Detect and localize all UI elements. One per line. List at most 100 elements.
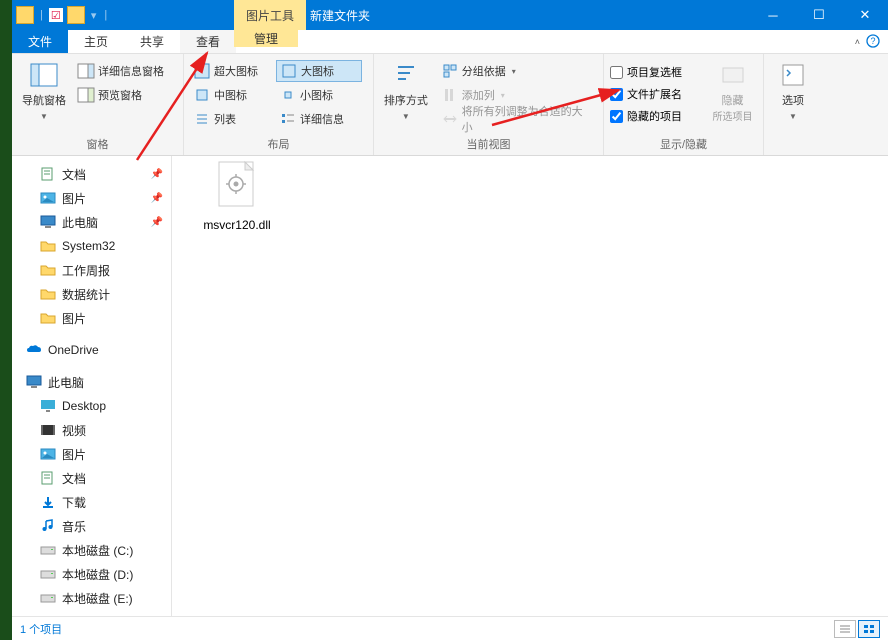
sidebar-item[interactable]: 图片 — [12, 306, 171, 330]
file-item[interactable]: msvcr120.dll — [192, 156, 282, 232]
large-icons-button[interactable]: 大图标 — [276, 60, 362, 82]
sidebar-item-label: 视频 — [62, 422, 86, 439]
disk-icon — [40, 590, 56, 606]
details-button[interactable]: 详细信息 — [276, 108, 362, 130]
details-view-button[interactable] — [834, 620, 856, 638]
close-button[interactable]: ✕ — [842, 0, 888, 30]
medium-icon — [194, 87, 210, 103]
icons-view-button[interactable] — [858, 620, 880, 638]
ribbon-group-currentview: 排序方式 ▼ 分组依据▾ 添加列▾ 将所有列调整为合适的大小 当前视图 — [374, 54, 604, 155]
sidebar-item-label: 图片 — [62, 190, 86, 207]
chevron-down-icon: ▼ — [40, 112, 48, 121]
hide-selected-button[interactable]: 隐藏 所选项目 — [708, 58, 757, 132]
sidebar-item[interactable]: 此电脑 📌 — [12, 210, 171, 234]
sortby-icon — [390, 62, 422, 88]
details-pane-button[interactable]: 详细信息窗格 — [74, 60, 168, 82]
details-icon — [280, 111, 296, 127]
tab-view[interactable]: 查看 — [180, 30, 236, 53]
item-checkboxes-input[interactable] — [610, 66, 623, 79]
large-icon — [281, 63, 297, 79]
sidebar-item[interactable]: 文档📌 — [12, 162, 171, 186]
extralarge-icons-button[interactable]: 超大图标 — [190, 60, 276, 82]
tab-share[interactable]: 共享 — [124, 30, 180, 53]
folder-icon — [40, 262, 56, 278]
separator: | — [40, 9, 43, 21]
sidebar-item[interactable]: 图片 — [12, 442, 171, 466]
ribbon-collapse-icon[interactable]: ˄ — [855, 37, 860, 47]
doc-icon — [40, 470, 56, 486]
medium-icons-button[interactable]: 中图标 — [190, 84, 276, 106]
sidebar-item[interactable]: 本地磁盘 (E:) — [12, 586, 171, 610]
sidebar-item[interactable]: 下载 — [12, 490, 171, 514]
sidebar-item[interactable]: 本地磁盘 (C:) — [12, 538, 171, 562]
sidebar-item-onedrive[interactable]: OneDrive — [12, 338, 171, 362]
folder-icon — [40, 310, 56, 326]
disk-icon — [40, 566, 56, 582]
file-list-pane[interactable]: msvcr120.dll — [172, 156, 888, 616]
qat-checkbox-icon[interactable]: ☑ — [49, 8, 63, 22]
list-button[interactable]: 列表 — [190, 108, 276, 130]
sidebar-item-label: Desktop — [62, 399, 106, 413]
hidden-items-input[interactable] — [610, 110, 623, 123]
context-tab-header: 图片工具 — [234, 0, 306, 30]
pin-icon: 📌 — [151, 193, 163, 204]
small-icons-button[interactable]: 小图标 — [276, 84, 362, 106]
video-icon — [40, 422, 56, 438]
quick-access-toolbar: | ☑ ▾ | — [12, 6, 109, 24]
groupby-button[interactable]: 分组依据▾ — [438, 60, 597, 82]
content-area: 文档📌图片📌此电脑📌System32工作周报数据统计图片 OneDrive 此电… — [12, 156, 888, 616]
maximize-button[interactable]: ☐ — [796, 0, 842, 30]
folder-icon — [40, 238, 56, 254]
sortby-button[interactable]: 排序方式 ▼ — [380, 58, 432, 132]
onedrive-icon — [26, 342, 42, 358]
sidebar-item[interactable]: 本地磁盘 (D:) — [12, 562, 171, 586]
ribbon-group-label: 窗格 — [12, 136, 183, 155]
preview-pane-icon — [78, 87, 94, 103]
sidebar-item[interactable]: System32 — [12, 234, 171, 258]
help-button[interactable]: ? — [866, 34, 880, 48]
sidebar-item[interactable]: 数据统计 — [12, 282, 171, 306]
sidebar-item-label: 此电脑 — [62, 214, 98, 231]
navigation-pane-icon — [28, 62, 60, 88]
disk-icon — [40, 542, 56, 558]
tab-file[interactable]: 文件 — [12, 30, 68, 53]
pic-icon — [40, 446, 56, 462]
file-extensions-checkbox[interactable]: 文件扩展名 — [610, 84, 708, 104]
sizeallcolumns-button[interactable]: 将所有列调整为合适的大小 — [438, 108, 597, 130]
hidden-items-checkbox[interactable]: 隐藏的项目 — [610, 106, 708, 126]
window-controls: ─ ☐ ✕ — [750, 0, 888, 30]
separator: | — [104, 9, 107, 21]
sidebar-item[interactable]: 视频 — [12, 418, 171, 442]
desktop-icon — [40, 398, 56, 414]
sidebar-item-thispc[interactable]: 此电脑 — [12, 370, 171, 394]
preview-pane-label: 预览窗格 — [98, 87, 142, 103]
pin-icon: 📌 — [151, 217, 163, 228]
chevron-down-icon: ▼ — [789, 112, 797, 121]
small-icon — [280, 87, 296, 103]
navigation-pane-button[interactable]: 导航窗格 ▼ — [18, 58, 70, 132]
item-checkboxes-checkbox[interactable]: 项目复选框 — [610, 62, 708, 82]
navigation-pane[interactable]: 文档📌图片📌此电脑📌System32工作周报数据统计图片 OneDrive 此电… — [12, 156, 172, 616]
ribbon-group-layout: 超大图标 中图标 列表 大图标 小图标 详细信息 布局 — [184, 54, 374, 155]
sidebar-item[interactable]: 工作周报 — [12, 258, 171, 282]
ribbon-group-label: 布局 — [184, 136, 373, 155]
tab-home[interactable]: 主页 — [68, 30, 124, 53]
sidebar-item[interactable]: 文档 — [12, 466, 171, 490]
sidebar-item-label: 音乐 — [62, 518, 86, 535]
options-button[interactable]: 选项 ▼ — [770, 58, 816, 136]
sidebar-item[interactable]: Desktop — [12, 394, 171, 418]
qat-dropdown-icon[interactable]: ▾ — [91, 9, 97, 22]
sidebar-item[interactable]: 图片 📌 — [12, 186, 171, 210]
view-mode-buttons — [834, 620, 880, 638]
file-name: msvcr120.dll — [203, 218, 270, 232]
file-extensions-input[interactable] — [610, 88, 623, 101]
sidebar-item[interactable]: 音乐 — [12, 514, 171, 538]
preview-pane-button[interactable]: 预览窗格 — [74, 84, 168, 106]
pc-icon — [26, 374, 42, 390]
sidebar-item-label: 下载 — [62, 494, 86, 511]
status-text: 1 个项目 — [20, 621, 62, 637]
tab-manage[interactable]: 管理 — [234, 30, 298, 47]
minimize-button[interactable]: ─ — [750, 0, 796, 30]
doc-icon — [40, 166, 56, 182]
folder-icon — [16, 6, 34, 24]
